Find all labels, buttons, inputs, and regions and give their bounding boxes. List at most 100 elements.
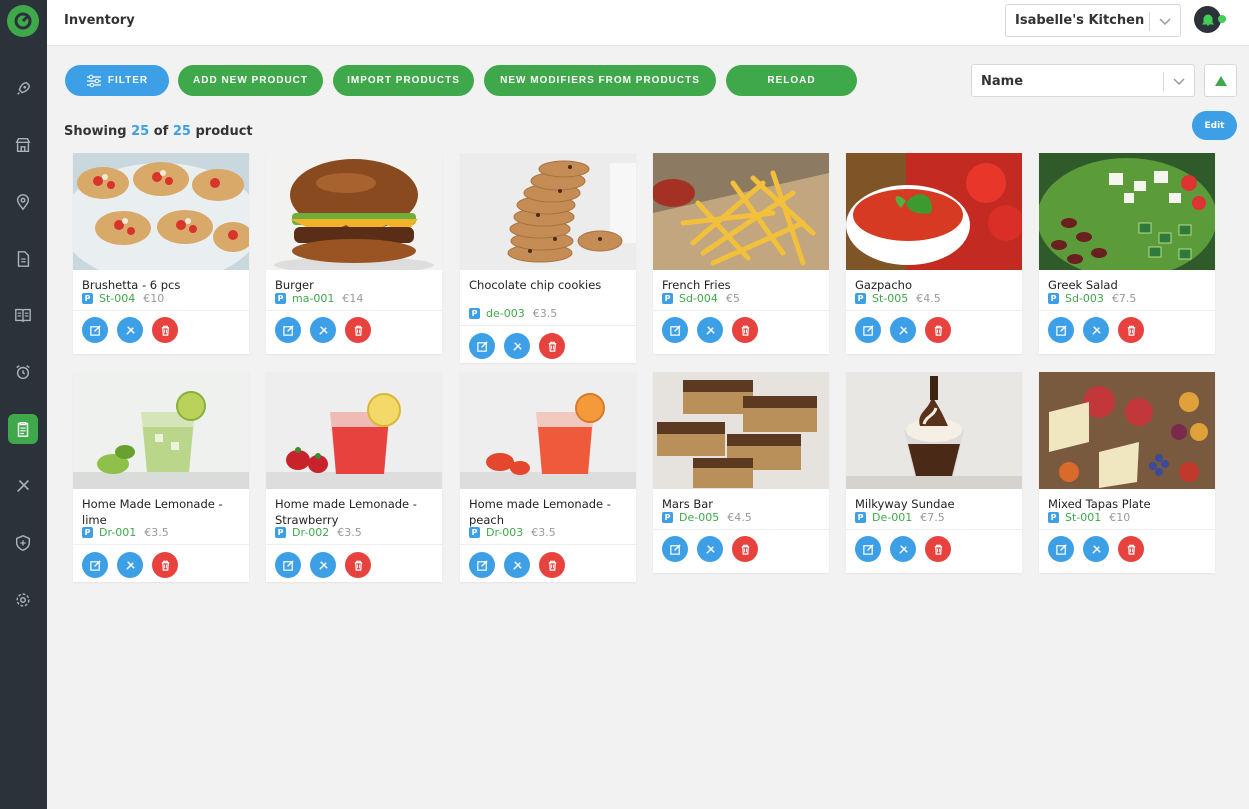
card-actions: [469, 552, 574, 578]
product-image: [653, 372, 829, 489]
cutlery-icon: [705, 544, 715, 554]
product-modifiers-button[interactable]: [1083, 536, 1109, 562]
filter-button[interactable]: Filter: [65, 65, 169, 96]
card-divider: [73, 310, 249, 311]
product-card[interactable]: Mixed Tapas Plate P St-001 €10: [1039, 372, 1215, 573]
import-products-button[interactable]: Import products: [333, 65, 474, 96]
product-card[interactable]: Brushetta - 6 pcs P St-004 €10: [73, 153, 249, 354]
product-modifiers-button[interactable]: [890, 536, 916, 562]
product-code: St-005: [872, 292, 909, 305]
product-card[interactable]: Mars Bar P De-005 €4.5: [653, 372, 829, 573]
product-card[interactable]: Gazpacho P St-005 €4.5: [846, 153, 1022, 354]
product-card[interactable]: Burger Pma-001 €14: [266, 153, 442, 354]
notifications-bell-icon[interactable]: [1194, 6, 1221, 33]
product-image: [266, 372, 442, 489]
cutlery-icon: [125, 325, 135, 335]
delete-product-button[interactable]: [539, 552, 565, 578]
delete-product-button[interactable]: [925, 536, 951, 562]
reload-button[interactable]: Reload: [726, 65, 857, 96]
product-card[interactable]: Chocolate chip cookies Pde-003 €3.5: [460, 153, 636, 363]
gear-icon[interactable]: [8, 585, 38, 615]
delete-product-button[interactable]: [539, 333, 565, 359]
product-meta: Pma-001 €14: [275, 292, 363, 305]
location-pin-icon[interactable]: [8, 187, 38, 217]
edit-icon: [282, 559, 294, 571]
product-name: French Fries: [662, 278, 731, 292]
new-modifiers-button[interactable]: New modifiers from products: [484, 65, 716, 96]
edit-product-button[interactable]: [855, 317, 881, 343]
cutlery-icon: [512, 560, 522, 570]
edit-product-button[interactable]: [469, 552, 495, 578]
product-modifiers-button[interactable]: [697, 317, 723, 343]
shield-icon[interactable]: [8, 528, 38, 558]
card-actions: [275, 552, 380, 578]
delete-product-button[interactable]: [345, 552, 371, 578]
edit-product-button[interactable]: [855, 536, 881, 562]
sort-select[interactable]: Name: [971, 64, 1195, 97]
document-icon[interactable]: [8, 244, 38, 274]
product-modifiers-button[interactable]: [697, 536, 723, 562]
edit-product-button[interactable]: [662, 317, 688, 343]
product-card[interactable]: Greek Salad P Sd-003 €7.5: [1039, 153, 1215, 354]
app-logo[interactable]: [7, 5, 39, 37]
product-card[interactable]: Home made Lemonade - Strawberry P Dr-002 €3…: [266, 372, 442, 582]
sidebar: [0, 0, 47, 809]
edit-product-button[interactable]: [275, 317, 301, 343]
delete-product-button[interactable]: [152, 552, 178, 578]
product-modifiers-button[interactable]: [1083, 317, 1109, 343]
trash-icon: [1127, 544, 1135, 555]
delete-product-button[interactable]: [152, 317, 178, 343]
edit-product-button[interactable]: [1048, 317, 1074, 343]
alarm-clock-icon[interactable]: [8, 357, 38, 387]
product-modifiers-button[interactable]: [117, 317, 143, 343]
product-modifiers-button[interactable]: [310, 552, 336, 578]
product-card[interactable]: French Fries P Sd-004 €5: [653, 153, 829, 354]
edit-product-button[interactable]: [82, 317, 108, 343]
delete-product-button[interactable]: [345, 317, 371, 343]
product-modifiers-button[interactable]: [504, 333, 530, 359]
chevron-down-icon: [1171, 73, 1187, 93]
product-image: [1039, 372, 1215, 489]
trash-icon: [1127, 325, 1135, 336]
menu-book-icon[interactable]: [8, 300, 38, 330]
edit-product-button[interactable]: [275, 552, 301, 578]
product-modifiers-button[interactable]: [890, 317, 916, 343]
product-modifiers-button[interactable]: [117, 552, 143, 578]
sort-direction-button[interactable]: [1204, 64, 1237, 97]
product-modifiers-button[interactable]: [504, 552, 530, 578]
add-new-product-button[interactable]: Add new product: [178, 65, 323, 96]
card-actions: [275, 317, 380, 343]
cutlery-icon[interactable]: [8, 471, 38, 501]
product-card[interactable]: Milkyway Sundae P De-001 €7.5: [846, 372, 1022, 573]
edit-product-button[interactable]: [662, 536, 688, 562]
select-divider: [1163, 72, 1164, 91]
product-image: [846, 372, 1022, 489]
store-icon[interactable]: [8, 130, 38, 160]
clipboard-icon[interactable]: [8, 414, 38, 444]
product-modifiers-button[interactable]: [310, 317, 336, 343]
edit-product-button[interactable]: [1048, 536, 1074, 562]
product-card[interactable]: Home Made Lemonade - lime P Dr-001 €3.5: [73, 372, 249, 582]
results-summary: Showing 25 of 25 product: [64, 124, 253, 139]
delete-product-button[interactable]: [1118, 536, 1144, 562]
delete-product-button[interactable]: [732, 536, 758, 562]
product-type-badge: P: [662, 512, 673, 523]
card-actions: [662, 317, 767, 343]
edit-button[interactable]: Edit: [1192, 111, 1237, 140]
card-divider: [266, 544, 442, 545]
card-actions: [1048, 317, 1153, 343]
delete-product-button[interactable]: [925, 317, 951, 343]
rocket-icon[interactable]: [8, 74, 38, 104]
kitchen-select[interactable]: Isabelle's Kitchen: [1005, 4, 1181, 37]
cutlery-icon: [898, 325, 908, 335]
cutlery-icon: [318, 560, 328, 570]
edit-product-button[interactable]: [82, 552, 108, 578]
product-type-badge: P: [855, 293, 866, 304]
product-type-badge: P: [1048, 512, 1059, 523]
delete-product-button[interactable]: [732, 317, 758, 343]
delete-product-button[interactable]: [1118, 317, 1144, 343]
product-card[interactable]: Home made Lemonade - peach P Dr-003 €3.5: [460, 372, 636, 582]
edit-product-button[interactable]: [469, 333, 495, 359]
product-image: [460, 153, 636, 270]
product-meta: P St-004 €10: [82, 292, 164, 305]
